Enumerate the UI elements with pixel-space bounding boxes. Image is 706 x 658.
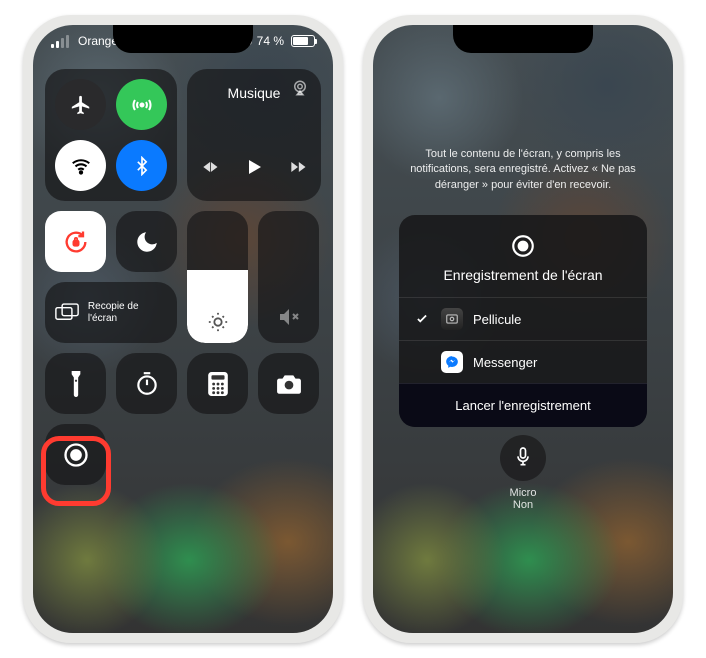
connectivity-tile[interactable] xyxy=(45,69,177,201)
calculator-icon xyxy=(208,372,228,396)
flashlight-icon xyxy=(69,371,83,397)
check-icon xyxy=(415,312,431,326)
orientation-lock-icon xyxy=(62,228,90,256)
cellular-icon xyxy=(130,93,154,117)
camera-icon xyxy=(276,373,302,395)
mute-icon xyxy=(277,305,301,329)
mic-label: Micro xyxy=(510,487,537,499)
photos-app-icon xyxy=(441,308,463,330)
record-sheet: Enregistrement de l'écran Pellicule Mess… xyxy=(399,215,647,427)
option-messenger[interactable]: Messenger xyxy=(399,340,647,383)
record-icon xyxy=(510,233,536,259)
brightness-slider[interactable] xyxy=(187,211,248,343)
play-button[interactable] xyxy=(242,155,266,179)
orientation-lock-toggle[interactable] xyxy=(45,211,106,272)
wifi-toggle[interactable] xyxy=(55,140,106,191)
phone-right: Tout le contenu de l'écran, y compris le… xyxy=(363,15,683,643)
start-label: Lancer l'enregistrement xyxy=(455,398,590,413)
start-record-button[interactable]: Lancer l'enregistrement xyxy=(399,383,647,427)
music-title: Musique xyxy=(228,85,281,101)
mic-state: Non xyxy=(513,499,533,511)
bluetooth-icon xyxy=(132,156,152,176)
sun-icon xyxy=(207,311,229,333)
mirror-icon xyxy=(55,302,80,324)
airplane-toggle[interactable] xyxy=(55,79,106,130)
signal-icon xyxy=(51,35,69,48)
dnd-toggle[interactable] xyxy=(116,211,177,272)
screen-mirror-button[interactable]: Recopie de l'écran xyxy=(45,282,177,343)
moon-icon xyxy=(134,229,160,255)
timer-button[interactable] xyxy=(116,353,177,414)
prev-button[interactable] xyxy=(200,157,220,177)
option-label: Messenger xyxy=(473,355,537,370)
next-button[interactable] xyxy=(288,157,308,177)
control-center-screen: Orange F 4G 74 % xyxy=(33,25,333,633)
wifi-icon xyxy=(70,155,92,177)
calculator-button[interactable] xyxy=(187,353,248,414)
mic-toggle[interactable]: Micro Non xyxy=(373,435,673,511)
record-warning: Tout le contenu de l'écran, y compris le… xyxy=(403,147,643,193)
volume-slider[interactable] xyxy=(258,211,319,343)
record-sheet-screen: Tout le contenu de l'écran, y compris le… xyxy=(373,25,673,633)
cellular-toggle[interactable] xyxy=(116,79,167,130)
highlight-record xyxy=(41,436,111,506)
mic-icon xyxy=(513,446,533,470)
option-label: Pellicule xyxy=(473,312,521,327)
flashlight-button[interactable] xyxy=(45,353,106,414)
battery-icon xyxy=(291,35,315,47)
phone-left: Orange F 4G 74 % xyxy=(23,15,343,643)
camera-button[interactable] xyxy=(258,353,319,414)
messenger-app-icon xyxy=(441,351,463,373)
music-tile[interactable]: Musique xyxy=(187,69,321,201)
notch xyxy=(453,25,593,53)
timer-icon xyxy=(134,371,160,397)
sheet-title: Enregistrement de l'écran xyxy=(399,267,647,283)
option-pellicule[interactable]: Pellicule xyxy=(399,297,647,340)
mirror-label: Recopie de l'écran xyxy=(88,301,167,325)
battery-percent: 74 % xyxy=(257,34,284,48)
airplay-icon[interactable] xyxy=(291,79,309,97)
notch xyxy=(113,25,253,53)
airplane-icon xyxy=(70,94,92,116)
bluetooth-toggle[interactable] xyxy=(116,140,167,191)
